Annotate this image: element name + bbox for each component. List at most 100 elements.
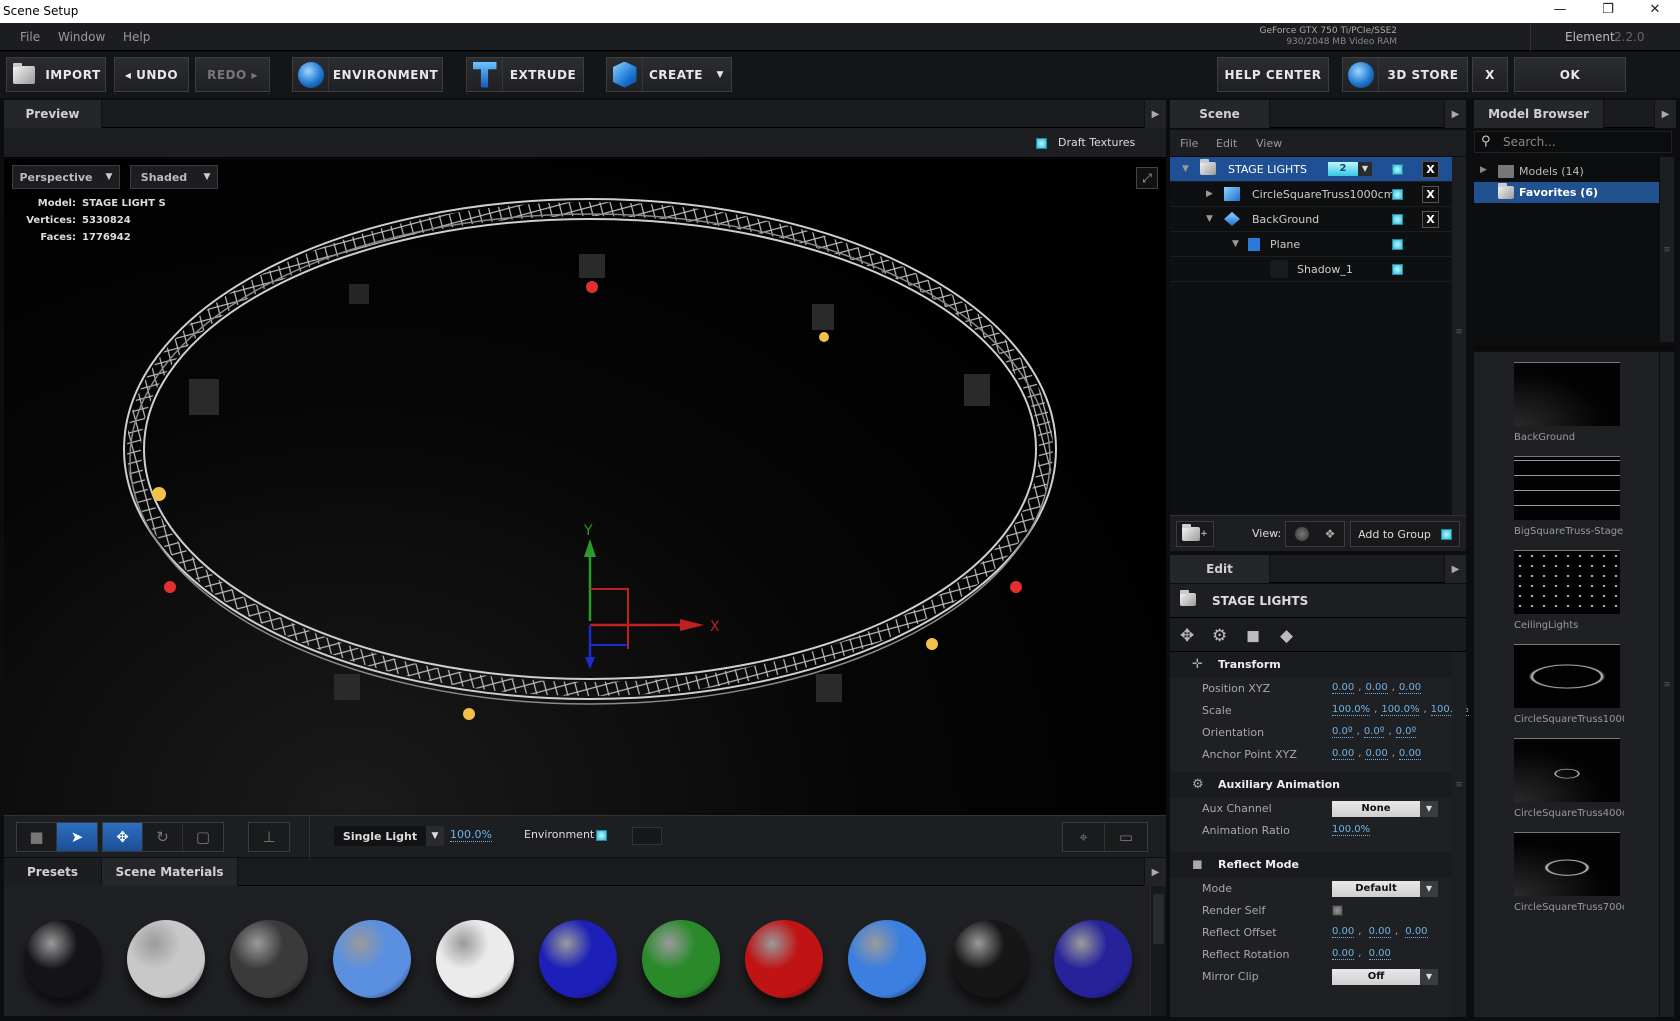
import-button[interactable]: IMPORT [6, 57, 106, 92]
model-thumbnail[interactable] [1514, 456, 1620, 520]
preview-collapse-arrow-icon[interactable]: ▶ [1144, 100, 1166, 128]
extrude-button[interactable]: EXTRUDE [466, 57, 584, 92]
visibility-checkbox[interactable] [1392, 263, 1403, 275]
move-icon[interactable]: ✥ [103, 823, 143, 851]
select-pointer-icon[interactable]: ➤ [57, 823, 97, 851]
material-swatch[interactable] [230, 920, 308, 998]
aux-channel-dropdown[interactable]: None ▼ [1332, 801, 1438, 817]
folder-favorites[interactable]: Favorites (6) [1474, 182, 1659, 203]
undo-button[interactable]: ◂ UNDO [114, 57, 189, 92]
axis-pivot-icon[interactable]: ⊥ [249, 823, 289, 851]
material-swatch[interactable] [1054, 920, 1132, 998]
ok-button[interactable]: OK [1514, 57, 1626, 92]
material-swatch[interactable] [24, 920, 102, 998]
model-browser-collapse-arrow-icon[interactable]: ▶ [1654, 100, 1676, 128]
restore-button[interactable]: ❐ [1598, 2, 1618, 17]
new-group-folder-icon[interactable]: + [1176, 521, 1214, 547]
scene-scrollbar[interactable]: ≡ [1452, 157, 1466, 515]
material-swatch[interactable] [436, 920, 514, 998]
materials-collapse-arrow-icon[interactable]: ▶ [1144, 858, 1166, 886]
delete-button[interactable]: X [1422, 160, 1439, 178]
value-x[interactable]: 0.00 [1332, 748, 1355, 760]
tab-preview[interactable]: Preview [4, 100, 102, 128]
expand-arrow-icon[interactable]: ▶ [1206, 189, 1213, 199]
value-z[interactable]: 0.0º [1395, 726, 1417, 738]
model-tree-scrollbar[interactable]: ≡ [1660, 157, 1674, 342]
material-swatch[interactable] [848, 920, 926, 998]
close-window-button[interactable]: ✕ [1645, 2, 1665, 17]
menu-window[interactable]: Window [58, 30, 105, 44]
split-handle[interactable] [1474, 345, 1676, 350]
section-reflect-mode[interactable]: ◼ Reflect Mode [1170, 852, 1452, 878]
reflect-offset-y[interactable]: 0.00 [1368, 926, 1391, 938]
camera-icon[interactable]: ■ [17, 823, 57, 851]
value-y[interactable]: 0.00 [1365, 682, 1388, 694]
draft-textures-checkbox[interactable] [1036, 138, 1047, 149]
light-mode-dropdown[interactable]: Single Light ▼ [334, 826, 444, 846]
tree-row-stage-lights[interactable]: ▼ STAGE LIGHTS 2 ▼ X [1170, 157, 1452, 182]
redo-button[interactable]: REDO ▸ [195, 57, 270, 92]
create-button[interactable]: CREATE ▼ [606, 57, 732, 92]
model-thumbnail[interactable] [1514, 738, 1620, 802]
add-to-group-checkbox[interactable] [1440, 528, 1452, 540]
reflect-offset-z[interactable]: 0.00 [1405, 926, 1428, 938]
material-swatch[interactable] [745, 920, 823, 998]
menu-file[interactable]: File [20, 30, 40, 44]
reflect-cube-icon[interactable]: ◼ [1246, 626, 1260, 646]
animation-gears-icon[interactable]: ⚙ [1212, 626, 1227, 646]
scale-icon[interactable]: ▢ [183, 823, 223, 851]
expand-arrow-icon[interactable]: ▼ [1232, 239, 1239, 249]
rotate-icon[interactable]: ↻ [143, 823, 183, 851]
material-swatch[interactable] [333, 920, 411, 998]
scene-menu-edit[interactable]: Edit [1216, 137, 1237, 150]
puzzle-view-icon[interactable]: ❖ [1325, 527, 1336, 541]
3d-viewport[interactable]: Perspective ▼ Shaded ▼ Model: STAGE LIGHT S… [4, 159, 1166, 815]
render-self-checkbox[interactable] [1332, 905, 1343, 916]
model-search-input[interactable]: ⚲ Search... [1474, 131, 1672, 153]
tree-row-plane[interactable]: ▼ Plane [1170, 232, 1452, 257]
environment-button[interactable]: ENVIRONMENT [292, 57, 443, 92]
tab-model-browser[interactable]: Model Browser [1474, 100, 1604, 128]
edit-scrollbar[interactable]: ≡ [1452, 652, 1466, 1017]
value-y[interactable]: 0.0º [1363, 726, 1385, 738]
monitor-icon[interactable]: ▭ [1105, 823, 1147, 851]
minimize-button[interactable]: — [1550, 2, 1570, 17]
model-thumbnail[interactable] [1514, 832, 1620, 896]
tab-scene[interactable]: Scene [1170, 100, 1270, 128]
thumbnail-scrollbar[interactable]: ≡ [1660, 352, 1674, 1017]
reflect-offset-x[interactable]: 0.00 [1332, 926, 1355, 938]
edit-collapse-arrow-icon[interactable]: ▶ [1444, 555, 1466, 583]
tree-row-shadow[interactable]: Shadow_1 [1170, 257, 1452, 282]
model-thumbnail[interactable] [1514, 550, 1620, 614]
help-center-button[interactable]: HELP CENTER [1217, 57, 1329, 92]
target-crosshair-icon[interactable]: ⌖ [1063, 823, 1105, 851]
cancel-button[interactable]: X [1472, 57, 1508, 92]
add-to-group-button[interactable]: Add to Group [1350, 521, 1460, 547]
delete-button[interactable]: X [1422, 210, 1439, 228]
expand-arrow-icon[interactable]: ▼ [1182, 164, 1189, 174]
value-x[interactable]: 0.00 [1332, 682, 1355, 694]
material-swatch[interactable] [127, 920, 205, 998]
folder-models[interactable]: ▶ Models (14) [1474, 161, 1659, 182]
reflect-mode-dropdown[interactable]: Default ▼ [1332, 881, 1438, 897]
value-y[interactable]: 100.0% [1381, 704, 1420, 716]
tab-scene-materials[interactable]: Scene Materials [102, 858, 238, 886]
visibility-checkbox[interactable] [1392, 213, 1403, 225]
expand-arrow-icon[interactable]: ▶ [1480, 165, 1487, 175]
material-swatch[interactable] [539, 920, 617, 998]
material-swatch[interactable] [642, 920, 720, 998]
scene-menu-view[interactable]: View [1256, 137, 1282, 150]
tab-edit[interactable]: Edit [1170, 555, 1270, 583]
environment-checkbox[interactable] [596, 830, 607, 841]
value-z[interactable]: 0.00 [1398, 682, 1422, 694]
light-intensity-value[interactable]: 100.0% [450, 828, 492, 842]
section-transform[interactable]: ✛ Transform [1170, 652, 1452, 678]
group-count-dropdown[interactable]: 2 ▼ [1328, 162, 1372, 176]
tree-row-circle-truss[interactable]: ▶ CircleSquareTruss1000cm X [1170, 182, 1452, 207]
visibility-checkbox[interactable] [1392, 188, 1403, 200]
delete-button[interactable]: X [1422, 185, 1439, 203]
scene-menu-file[interactable]: File [1180, 137, 1198, 150]
scene-collapse-arrow-icon[interactable]: ▶ [1444, 100, 1466, 128]
model-thumbnail[interactable] [1514, 644, 1620, 708]
animation-ratio-value[interactable]: 100.0% [1332, 824, 1371, 836]
